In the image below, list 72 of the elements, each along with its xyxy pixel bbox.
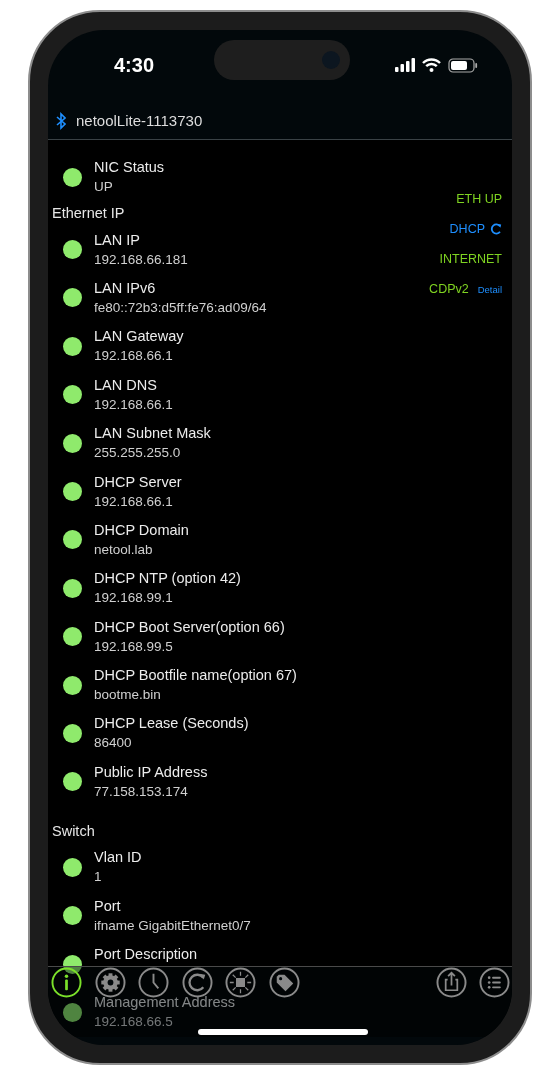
field-value: netool.lab: [94, 540, 154, 559]
field-label: DHCP NTP (option 42): [94, 569, 241, 589]
detail-link[interactable]: Detail: [477, 283, 502, 295]
field-value: 77.158.153.174: [94, 782, 189, 801]
field-value: UP: [94, 178, 114, 197]
status-dot: [63, 857, 82, 877]
status-label: ETH UP: [456, 192, 502, 206]
status-dot: [63, 167, 82, 187]
section-title: Switch: [51, 822, 96, 842]
field-value: 192.168.66.1: [94, 347, 174, 366]
status-dot: [63, 724, 82, 743]
field-label: DHCP Lease (Seconds): [94, 714, 249, 734]
status-dot: [63, 1002, 82, 1022]
field-value: 1: [94, 868, 103, 887]
field-value: 255.255.255.0: [94, 444, 182, 463]
status-label: CDPv2: [429, 282, 469, 296]
field-label: LAN IP: [94, 230, 141, 250]
field-label: Management Address: [94, 993, 236, 1013]
refresh-icon[interactable]: [490, 223, 502, 235]
status-dot: [63, 336, 82, 356]
wifi-icon: [422, 58, 441, 72]
status-label: DHCP: [449, 222, 485, 236]
field-value: ifname GigabitEthernet0/7: [94, 916, 251, 935]
info-icon[interactable]: [51, 967, 82, 998]
field-value: fe80::72b3:d5ff:fe76:ad09/64: [94, 298, 267, 317]
field-label: LAN Subnet Mask: [94, 424, 211, 444]
status-dot: [63, 906, 82, 926]
status-dot: [63, 675, 82, 695]
status-dot: [63, 530, 82, 550]
status-label: INTERNET: [439, 252, 502, 266]
settings-icon[interactable]: [94, 967, 126, 998]
status-dot: [63, 954, 82, 974]
field-label: DHCP Domain: [94, 520, 189, 540]
status-dot: [63, 240, 82, 260]
field-value: 86400: [94, 734, 133, 753]
field-label: Port Description: [94, 945, 198, 965]
field-value: 192.168.66.181: [94, 250, 188, 269]
field-value: 192.168.99.5: [94, 637, 174, 656]
list-icon[interactable]: [479, 967, 510, 998]
field-label: Public IP Address: [94, 762, 208, 782]
device-title: netoolLite-1113730: [76, 112, 203, 129]
section-title: Ethernet IP: [51, 204, 126, 224]
field-label: DHCP Bootfile name(option 67): [94, 666, 297, 686]
bluetooth-icon: [56, 111, 66, 130]
light-icon[interactable]: [225, 967, 256, 998]
status-dot: [63, 627, 82, 647]
status-dot: [63, 288, 82, 308]
field-label: Vlan ID: [94, 848, 142, 868]
field-label: DHCP Server: [94, 472, 182, 492]
status-dot: [63, 482, 82, 502]
signal-icon: [395, 58, 415, 72]
tag-icon[interactable]: [268, 967, 300, 998]
refresh-icon[interactable]: [181, 967, 213, 998]
status-dot: [63, 578, 82, 598]
battery-icon: [448, 57, 478, 73]
field-label: LAN DNS: [94, 375, 158, 395]
field-value: 192.168.66.1: [94, 492, 174, 511]
field-value: 192.168.66.1: [94, 395, 173, 414]
field-label: DHCP Boot Server(option 66): [94, 617, 285, 637]
field-value: 192.168.99.1: [94, 589, 174, 608]
status-dot: [63, 433, 82, 453]
field-label: LAN Gateway: [94, 327, 184, 347]
field-value: bootme.bin: [94, 686, 162, 705]
status-dot: [63, 772, 82, 792]
clock-time: 4:30: [114, 53, 155, 77]
clock-icon[interactable]: [138, 967, 169, 998]
share-icon[interactable]: [435, 967, 467, 998]
field-label: LAN IPv6: [94, 278, 157, 298]
status-dot: [63, 385, 82, 405]
field-label: NIC Status: [94, 158, 165, 178]
field-label: Port: [94, 896, 122, 916]
field-value: 192.168.66.5: [94, 1013, 174, 1032]
